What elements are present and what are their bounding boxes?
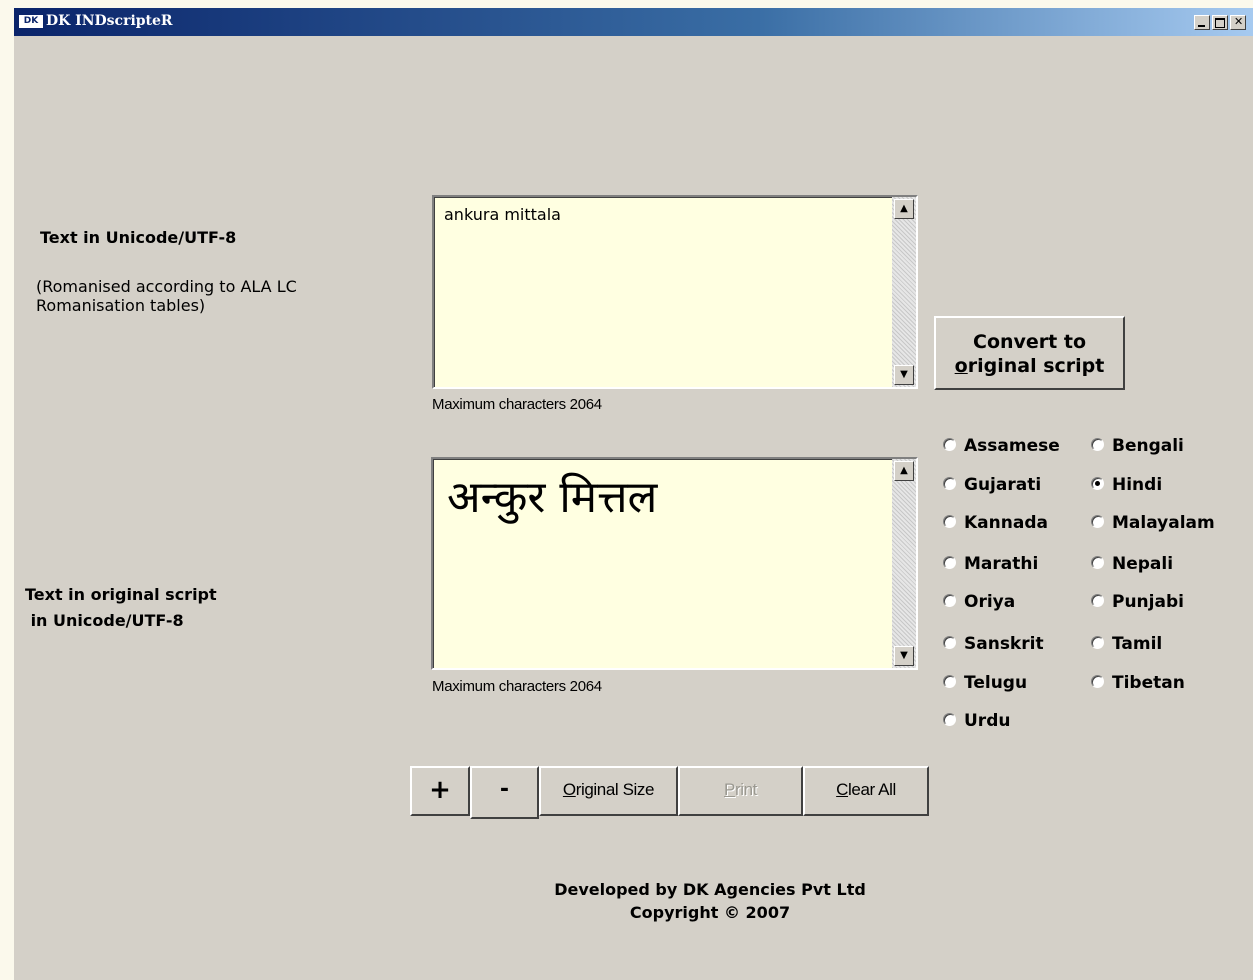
output-max-characters: Maximum characters 2064 [432,678,602,695]
radio-tamil[interactable]: Tamil [1091,634,1162,654]
clear-all-button[interactable]: Clear All [803,766,929,816]
footer-credits: Developed by DK Agencies Pvt Ltd Copyrig… [14,878,1253,924]
original-script-text-value: अन्कुर मित्तल [447,472,658,523]
maximize-button[interactable] [1212,15,1228,30]
scroll-down-arrow-icon[interactable]: ▼ [894,646,914,666]
copyright-notice: Copyright © 2007 [629,903,791,922]
radio-circle-icon[interactable] [943,476,956,490]
app-window: DK DK INDscripteR Text in Unicode/UTF-8 … [14,8,1253,980]
radio-hindi[interactable]: Hindi [1091,475,1162,495]
radio-circle-icon[interactable] [1091,674,1104,688]
original-script-label: Text in original script in Unicode/UTF-8 [25,585,217,630]
radio-circle-icon[interactable] [943,514,956,528]
zoom-out-button[interactable]: - [470,766,539,819]
radio-circle-icon[interactable] [943,593,956,607]
title-bar[interactable]: DK DK INDscripteR [14,8,1253,36]
window-title: DK INDscripteR [46,13,173,29]
radio-circle-icon[interactable] [1091,593,1104,607]
original-script-output[interactable]: अन्कुर मित्तल ▲ ▼ [431,457,918,670]
developer-credit: Developed by DK Agencies Pvt Ltd [554,880,866,899]
radio-circle-icon[interactable] [943,712,956,726]
radio-assamese[interactable]: Assamese [943,436,1060,456]
radio-nepali[interactable]: Nepali [1091,554,1173,574]
close-button[interactable] [1230,15,1246,30]
radio-bengali[interactable]: Bengali [1091,436,1184,456]
original-size-button[interactable]: Original Size [539,766,678,816]
minimize-button[interactable] [1194,15,1210,30]
radio-punjabi[interactable]: Punjabi [1091,592,1184,612]
radio-oriya[interactable]: Oriya [943,592,1015,612]
radio-telugu[interactable]: Telugu [943,673,1027,693]
convert-button-line1: Convert to [973,331,1086,353]
radio-circle-icon[interactable] [943,437,956,451]
romanised-text-input[interactable]: ankura mittala ▲ ▼ [432,195,918,389]
radio-sanskrit[interactable]: Sanskrit [943,634,1044,654]
convert-button-line2: riginal script [967,355,1105,377]
radio-urdu[interactable]: Urdu [943,711,1010,731]
radio-circle-icon[interactable] [943,674,956,688]
convert-to-original-script-button[interactable]: Convert to original script [934,316,1125,390]
scroll-down-arrow-icon[interactable]: ▼ [894,365,914,385]
radio-circle-icon[interactable] [943,555,956,569]
scroll-up-arrow-icon[interactable]: ▲ [894,461,914,481]
radio-gujarati[interactable]: Gujarati [943,475,1041,495]
radio-circle-icon[interactable] [943,635,956,649]
zoom-in-button[interactable]: + [410,766,470,816]
output-scrollbar[interactable]: ▲ ▼ [892,459,916,668]
radio-malayalam[interactable]: Malayalam [1091,513,1215,533]
romanisation-note: (Romanised according to ALA LC Romanisat… [36,277,297,315]
radio-marathi[interactable]: Marathi [943,554,1038,574]
romanised-text-value: ankura mittala [444,205,561,224]
radio-circle-icon[interactable] [1091,437,1104,451]
unicode-text-label: Text in Unicode/UTF-8 [40,228,237,247]
radio-circle-icon[interactable] [1091,635,1104,649]
radio-checked-icon[interactable] [1091,476,1104,490]
convert-button-mnemonic: o [954,355,968,377]
radio-circle-icon[interactable] [1091,514,1104,528]
radio-tibetan[interactable]: Tibetan [1091,673,1185,693]
input-scrollbar[interactable]: ▲ ▼ [892,197,916,387]
input-max-characters: Maximum characters 2064 [432,396,602,413]
print-button[interactable]: Print [678,766,803,816]
app-logo-icon: DK [18,14,44,29]
scroll-up-arrow-icon[interactable]: ▲ [894,199,914,219]
radio-circle-icon[interactable] [1091,555,1104,569]
radio-kannada[interactable]: Kannada [943,513,1048,533]
